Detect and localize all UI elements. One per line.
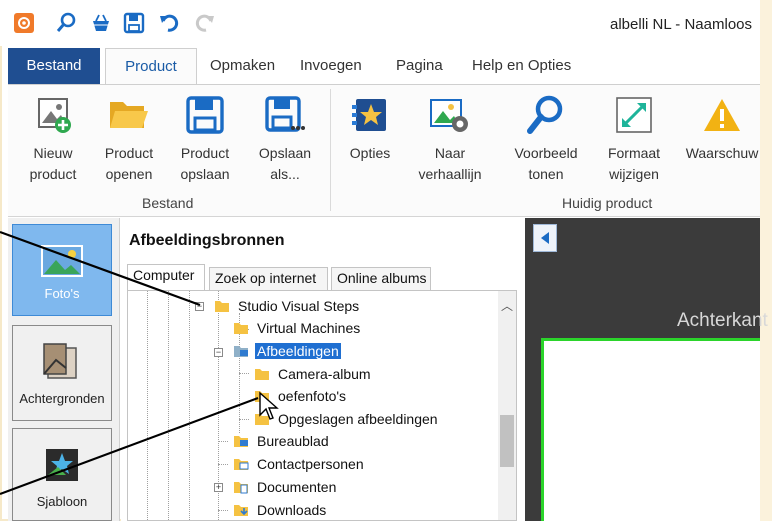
tree-item-documenten[interactable]: Documenten bbox=[233, 477, 338, 497]
scroll-up-icon[interactable]: ︿ bbox=[501, 297, 513, 314]
tree-guide-line bbox=[168, 291, 169, 520]
tree-item-contactpersonen[interactable]: Contactpersonen bbox=[233, 454, 366, 474]
pictures-folder-icon bbox=[234, 346, 248, 357]
folder-icon bbox=[255, 369, 269, 380]
scrollbar-thumb[interactable] bbox=[500, 415, 514, 467]
resize-button[interactable]: Formaat wijzigen bbox=[594, 93, 674, 185]
tree-item-downloads[interactable]: Downloads bbox=[233, 500, 328, 520]
save-icon[interactable] bbox=[122, 11, 146, 35]
app-logo-icon[interactable] bbox=[12, 11, 36, 35]
quick-access-toolbar: albelli NL - Naamloos bbox=[0, 0, 760, 46]
tree-item-afbeeldingen[interactable]: Afbeeldingen bbox=[233, 341, 341, 361]
tab-product[interactable]: Product bbox=[105, 48, 197, 85]
save-as-button[interactable]: Opslaan als... bbox=[248, 93, 322, 185]
page-preview[interactable] bbox=[541, 338, 760, 521]
save-icon bbox=[183, 93, 227, 137]
folder-icon bbox=[215, 301, 229, 312]
contacts-folder-icon bbox=[234, 459, 249, 470]
tab-opmaken[interactable]: Opmaken bbox=[198, 48, 287, 84]
tree-scrollbar[interactable]: ︿ bbox=[498, 291, 516, 520]
resize-icon bbox=[612, 93, 656, 137]
tree-connector bbox=[218, 510, 228, 511]
template-icon bbox=[42, 445, 82, 488]
tree-item-opgeslagen-afbeeldingen[interactable]: Opgeslagen afbeeldingen bbox=[254, 409, 440, 429]
right-margin-strip bbox=[760, 0, 772, 521]
save-as-icon bbox=[263, 93, 307, 137]
tab-help-en-opties[interactable]: Help en Opties bbox=[460, 48, 583, 84]
folder-tree: − − + Studio Visual Steps Virtual Machin… bbox=[127, 290, 517, 521]
previous-page-button[interactable] bbox=[533, 224, 557, 252]
tab-zoek-op-internet[interactable]: Zoek op internet bbox=[209, 267, 328, 290]
nav-photos-button[interactable]: Foto's bbox=[12, 224, 112, 316]
mouse-cursor-icon bbox=[259, 391, 279, 420]
new-product-button[interactable]: Nieuw product bbox=[16, 93, 90, 185]
preview-button[interactable]: Voorbeeld tonen bbox=[500, 93, 592, 185]
arrow-left-icon bbox=[541, 232, 549, 244]
basket-icon[interactable] bbox=[89, 11, 113, 35]
storyline-icon bbox=[428, 93, 472, 137]
tab-online-albums[interactable]: Online albums bbox=[331, 267, 431, 290]
photo-icon bbox=[41, 245, 83, 280]
page-canvas: Achterkant bbox=[525, 218, 768, 521]
options-star-icon bbox=[348, 93, 392, 137]
folder-open-icon bbox=[107, 93, 151, 137]
save-product-button[interactable]: Product opslaan bbox=[170, 93, 240, 185]
tree-guide-line bbox=[189, 291, 190, 520]
tree-item-bureaublad[interactable]: Bureaublad bbox=[233, 431, 331, 451]
desktop-folder-icon bbox=[234, 436, 248, 447]
left-navigation: Foto's Achtergronden Sjabloon bbox=[8, 218, 120, 521]
tree-item-studio-visual-steps[interactable]: Studio Visual Steps bbox=[214, 296, 361, 316]
tab-invoegen[interactable]: Invoegen bbox=[288, 48, 374, 84]
group-label-bestand: Bestand bbox=[142, 195, 194, 211]
open-product-button[interactable]: Product openen bbox=[94, 93, 164, 185]
collapse-toggle[interactable]: − bbox=[214, 348, 223, 357]
ribbon-group-separator bbox=[330, 89, 331, 211]
tab-pagina[interactable]: Pagina bbox=[384, 48, 455, 84]
expand-toggle[interactable]: + bbox=[214, 483, 223, 492]
collapse-toggle[interactable]: − bbox=[195, 302, 204, 311]
nav-template-button[interactable]: Sjabloon bbox=[12, 428, 112, 521]
tree-connector bbox=[239, 373, 249, 374]
window-title: albelli NL - Naamloos bbox=[610, 16, 753, 33]
storyline-button[interactable]: Naar verhaallijn bbox=[408, 93, 492, 185]
downloads-folder-icon bbox=[234, 505, 248, 516]
group-label-huidig-product: Huidig product bbox=[562, 195, 653, 211]
warnings-button[interactable]: Waarschuw bbox=[680, 93, 764, 164]
tree-guide-line bbox=[147, 291, 148, 520]
tree-item-virtual-machines[interactable]: Virtual Machines bbox=[233, 318, 362, 338]
ribbon: Nieuw product Product openen Product ops… bbox=[8, 84, 760, 217]
redo-icon[interactable] bbox=[192, 11, 216, 35]
documents-folder-icon bbox=[234, 482, 248, 494]
tab-computer[interactable]: Computer bbox=[127, 264, 205, 290]
tree-connector bbox=[218, 464, 228, 465]
tree-connector bbox=[239, 419, 249, 420]
preview-search-icon bbox=[524, 93, 568, 137]
tree-item-camera-album[interactable]: Camera-album bbox=[254, 364, 373, 384]
tab-bestand[interactable]: Bestand bbox=[8, 48, 100, 84]
image-sources-heading: Afbeeldingsbronnen bbox=[129, 232, 285, 249]
tree-connector bbox=[218, 441, 228, 442]
folder-icon bbox=[234, 323, 248, 334]
ribbon-tabs: Bestand Product Opmaken Invoegen Pagina … bbox=[8, 48, 760, 85]
warning-icon bbox=[700, 93, 744, 137]
new-product-icon bbox=[31, 93, 75, 137]
options-button[interactable]: Opties bbox=[338, 93, 402, 164]
search-icon[interactable] bbox=[54, 11, 78, 35]
back-cover-label: Achterkant bbox=[677, 310, 768, 331]
image-sources-panel: Afbeeldingsbronnen Computer Zoek op inte… bbox=[121, 218, 525, 521]
nav-backgrounds-button[interactable]: Achtergronden bbox=[12, 325, 112, 421]
undo-icon[interactable] bbox=[158, 11, 182, 35]
backgrounds-icon bbox=[42, 342, 82, 385]
